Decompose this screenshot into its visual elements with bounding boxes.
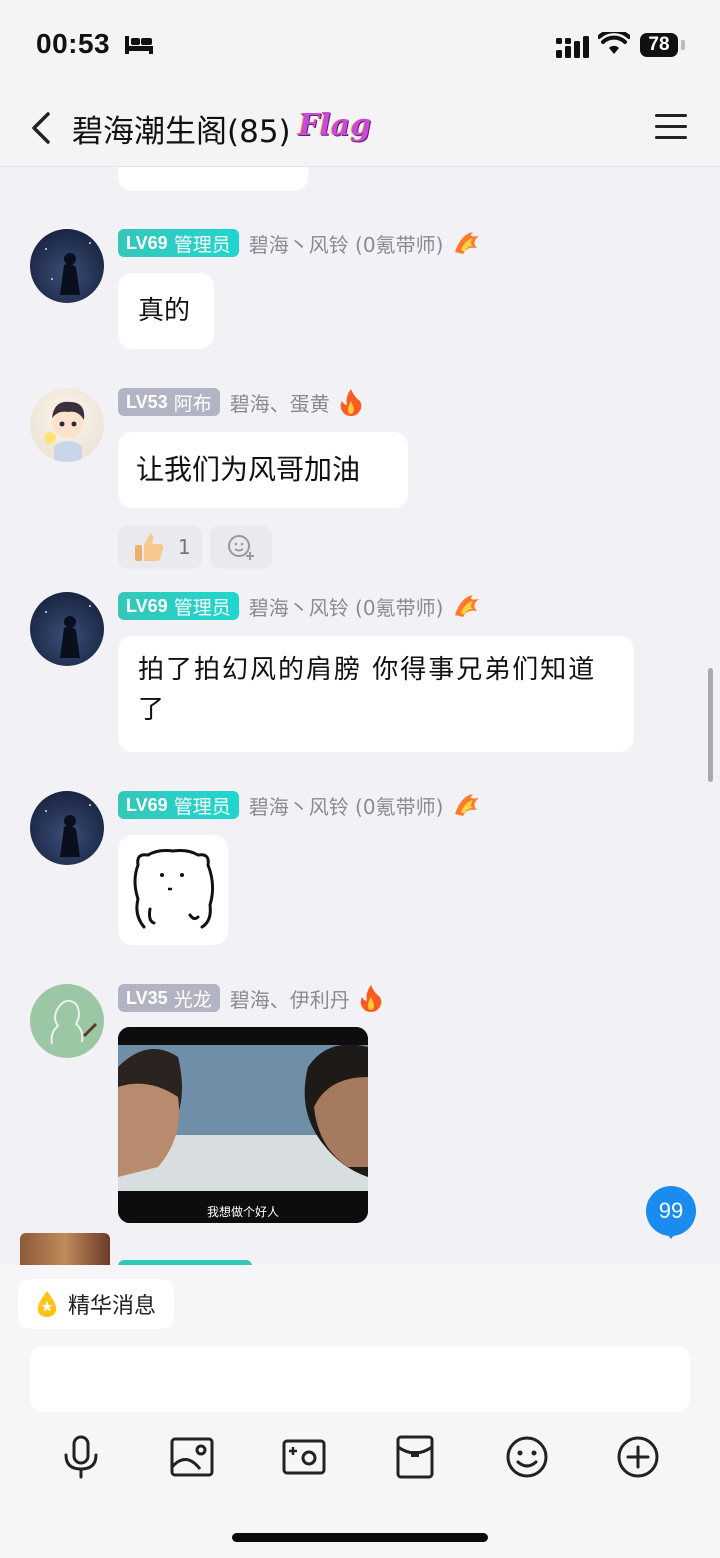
like-count: 1 bbox=[178, 535, 191, 559]
sender-name[interactable]: 碧海、伊利丹 bbox=[230, 984, 350, 1013]
message-text: 真的 bbox=[138, 296, 191, 326]
home-indicator bbox=[232, 1533, 488, 1542]
status-time: 00:53 bbox=[36, 28, 111, 59]
avatar-silhouette-icon bbox=[45, 242, 91, 295]
essence-messages-button[interactable]: 精华消息 bbox=[18, 1279, 175, 1329]
menu-button[interactable] bbox=[654, 112, 688, 142]
avatar-silhouette-icon bbox=[45, 605, 91, 658]
level-badge: LV53 阿布 bbox=[118, 388, 220, 416]
message-meta: LV69 管理员 碧海丶风铃 (0氪带师) bbox=[118, 790, 483, 820]
emoji-icon bbox=[506, 1436, 548, 1478]
level-badge: LV35 光龙 bbox=[118, 984, 220, 1012]
message-meta: LV69 管理员 碧海丶风铃 (0氪带师) bbox=[118, 591, 483, 621]
battery-tip bbox=[681, 40, 685, 50]
image-caption: 我想做个好人 bbox=[206, 1205, 279, 1219]
message-bubble[interactable]: 让我们为风哥加油 bbox=[118, 432, 408, 508]
input-toolbar bbox=[0, 1429, 720, 1485]
sender-name[interactable]: 碧海丶风铃 (0氪带师) bbox=[249, 791, 444, 820]
cellular-signal-icon bbox=[556, 36, 589, 58]
message-input[interactable] bbox=[30, 1346, 690, 1412]
unread-count-badge[interactable]: 99 bbox=[646, 1186, 696, 1236]
like-reaction[interactable]: 1 bbox=[118, 525, 202, 569]
scrollbar[interactable] bbox=[708, 668, 713, 782]
avatar-partial[interactable] bbox=[20, 1233, 110, 1265]
fire-icon bbox=[360, 985, 382, 1012]
sleep-focus-icon bbox=[125, 36, 153, 54]
essence-drop-icon bbox=[37, 1291, 57, 1317]
image-button[interactable] bbox=[164, 1429, 220, 1485]
sticker-message[interactable] bbox=[118, 835, 228, 945]
message-text: 拍了拍幻风的肩膀 你得事兄弟们知道了 bbox=[138, 655, 597, 725]
message-bubble-partial[interactable] bbox=[118, 167, 308, 191]
essence-label: 精华消息 bbox=[68, 1294, 157, 1319]
message-meta: LV35 光龙 碧海、伊利丹 bbox=[118, 983, 384, 1013]
movie-scene-image bbox=[118, 1027, 368, 1223]
avatar-boy-icon bbox=[44, 401, 85, 462]
flag-badge: Flag bbox=[298, 108, 372, 143]
avatar[interactable] bbox=[30, 984, 104, 1058]
unread-badge-tail bbox=[664, 1230, 678, 1239]
red-packet-button[interactable] bbox=[387, 1429, 443, 1485]
status-bar: 00:53 78 bbox=[0, 0, 720, 92]
avatar-silhouette-icon bbox=[45, 804, 91, 857]
sender-name[interactable]: 碧海丶风铃 (0氪带师) bbox=[249, 592, 444, 621]
voice-button[interactable] bbox=[53, 1429, 109, 1485]
camera-icon bbox=[282, 1439, 326, 1475]
message-meta: LV69 管理员 碧海丶风铃 (0氪带师) bbox=[118, 228, 483, 258]
image-icon bbox=[170, 1437, 214, 1477]
flame-dragon-icon bbox=[455, 232, 480, 254]
avatar[interactable] bbox=[30, 791, 104, 865]
back-button[interactable] bbox=[24, 108, 64, 148]
sender-name[interactable]: 碧海丶风铃 (0氪带师) bbox=[249, 229, 444, 258]
avatar-sketch-icon bbox=[50, 999, 98, 1045]
add-reaction-button[interactable] bbox=[210, 525, 272, 569]
plus-icon bbox=[617, 1436, 659, 1478]
fire-icon bbox=[340, 389, 362, 416]
thumbs-up-icon bbox=[135, 534, 164, 561]
battery-indicator: 78 bbox=[640, 33, 678, 57]
input-panel: 精华消息 bbox=[0, 1265, 720, 1558]
flame-dragon-icon bbox=[455, 595, 480, 617]
level-badge: LV69 管理员 bbox=[118, 229, 239, 257]
avatar[interactable] bbox=[30, 229, 104, 303]
more-button[interactable] bbox=[610, 1429, 666, 1485]
level-badge: LV69 管理员 bbox=[118, 592, 239, 620]
message-text: 让我们为风哥加油 bbox=[136, 453, 361, 486]
level-badge: LV69 管理员 bbox=[118, 791, 239, 819]
red-packet-icon bbox=[396, 1435, 434, 1479]
add-emoji-icon bbox=[228, 535, 254, 560]
message-meta: LV53 阿布 碧海、蛋黄 bbox=[118, 387, 364, 417]
camera-button[interactable] bbox=[276, 1429, 332, 1485]
chat-header: 碧海潮生阁(85) Flag bbox=[0, 92, 720, 167]
sender-name[interactable]: 碧海、蛋黄 bbox=[230, 388, 330, 417]
message-bubble[interactable]: 拍了拍幻风的肩膀 你得事兄弟们知道了 bbox=[118, 636, 634, 752]
flame-dragon-icon bbox=[455, 794, 480, 816]
wifi-icon bbox=[598, 32, 630, 54]
microphone-icon bbox=[64, 1435, 98, 1479]
avatar[interactable] bbox=[30, 388, 104, 462]
message-bubble[interactable]: 真的 bbox=[118, 273, 214, 349]
bear-sticker-icon bbox=[133, 849, 215, 929]
emoji-button[interactable] bbox=[499, 1429, 555, 1485]
message-list[interactable]: LV69 管理员 碧海丶风铃 (0氪带师) 真的 LV53 阿布 碧海、蛋黄 让我们… bbox=[0, 167, 720, 1265]
chat-title[interactable]: 碧海潮生阁(85) bbox=[72, 106, 291, 151]
avatar[interactable] bbox=[30, 592, 104, 666]
image-message[interactable]: 我想做个好人 bbox=[118, 1027, 368, 1223]
